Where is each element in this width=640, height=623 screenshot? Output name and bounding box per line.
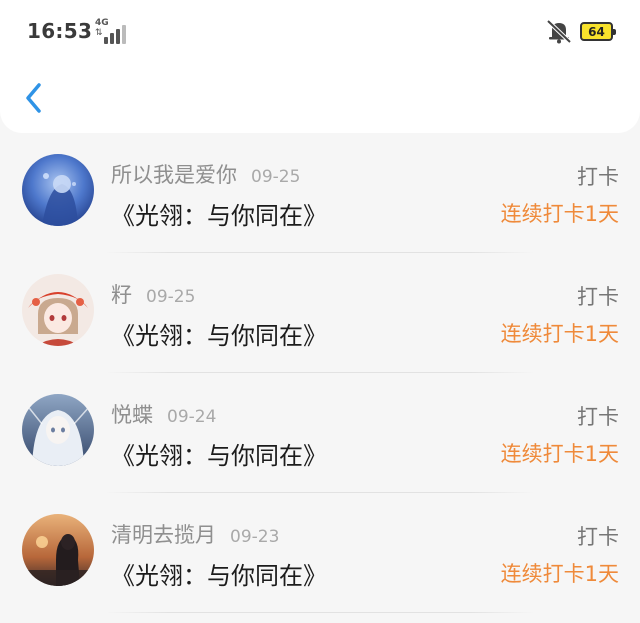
signal-bar <box>110 33 114 44</box>
checkin-label: 打卡 <box>577 405 619 429</box>
avatar[interactable] <box>22 394 94 466</box>
username[interactable]: 籽 <box>111 283 132 307</box>
book-title[interactable]: 《光翎：与你同在》 <box>111 556 327 591</box>
entry-date: 09-23 <box>230 527 280 547</box>
checkin-label: 打卡 <box>577 525 619 549</box>
book-title[interactable]: 《光翎：与你同在》 <box>111 196 327 231</box>
checkin-list: 所以我是爱你 09-25 《光翎：与你同在》 打卡 连续打卡1天 籽 09-25 《… <box>0 133 640 613</box>
entry-date: 09-24 <box>167 407 217 427</box>
entry-meta: 籽 09-25 <box>111 279 195 309</box>
entry-meta: 悦蝶 09-24 <box>111 399 216 429</box>
entry-meta: 清明去揽月 09-23 <box>111 519 279 549</box>
book-title[interactable]: 《光翎：与你同在》 <box>111 436 327 471</box>
status-time: 16:53 <box>27 19 93 43</box>
streak-label: 连续打卡1天 <box>500 202 619 226</box>
username[interactable]: 悦蝶 <box>111 403 153 427</box>
battery-icon: 64 <box>580 22 616 41</box>
mute-bell-icon <box>546 19 572 44</box>
network-type: 4G <box>95 18 109 28</box>
list-item[interactable]: 悦蝶 09-24 《光翎：与你同在》 打卡 连续打卡1天 <box>0 373 640 493</box>
signal-icon: 4G ⇅ <box>95 18 127 44</box>
signal-bar <box>116 29 120 44</box>
entry-meta: 所以我是爱你 09-25 <box>111 159 300 189</box>
avatar[interactable] <box>22 154 94 226</box>
entry-date: 09-25 <box>146 287 196 307</box>
list-item[interactable]: 所以我是爱你 09-25 《光翎：与你同在》 打卡 连续打卡1天 <box>0 133 640 253</box>
list-item[interactable]: 籽 09-25 《光翎：与你同在》 打卡 连续打卡1天 <box>0 253 640 373</box>
back-button[interactable] <box>20 80 50 116</box>
book-title[interactable]: 《光翎：与你同在》 <box>111 316 327 351</box>
avatar[interactable] <box>22 274 94 346</box>
battery-level: 64 <box>588 24 605 39</box>
chevron-left-icon <box>26 83 41 113</box>
signal-bar <box>122 25 126 44</box>
streak-label: 连续打卡1天 <box>500 562 619 586</box>
checkin-label: 打卡 <box>577 165 619 189</box>
username[interactable]: 所以我是爱你 <box>111 163 237 187</box>
list-item[interactable]: 清明去揽月 09-23 《光翎：与你同在》 打卡 连续打卡1天 <box>0 493 640 613</box>
signal-bar <box>104 37 108 44</box>
data-arrows-icon: ⇅ <box>95 28 103 38</box>
app-header: 16:53 4G ⇅ 64 <box>0 0 640 133</box>
avatar[interactable] <box>22 514 94 586</box>
streak-label: 连续打卡1天 <box>500 442 619 466</box>
row-divider <box>105 612 535 613</box>
streak-label: 连续打卡1天 <box>500 322 619 346</box>
checkin-label: 打卡 <box>577 285 619 309</box>
entry-date: 09-25 <box>251 167 301 187</box>
username[interactable]: 清明去揽月 <box>111 523 216 547</box>
